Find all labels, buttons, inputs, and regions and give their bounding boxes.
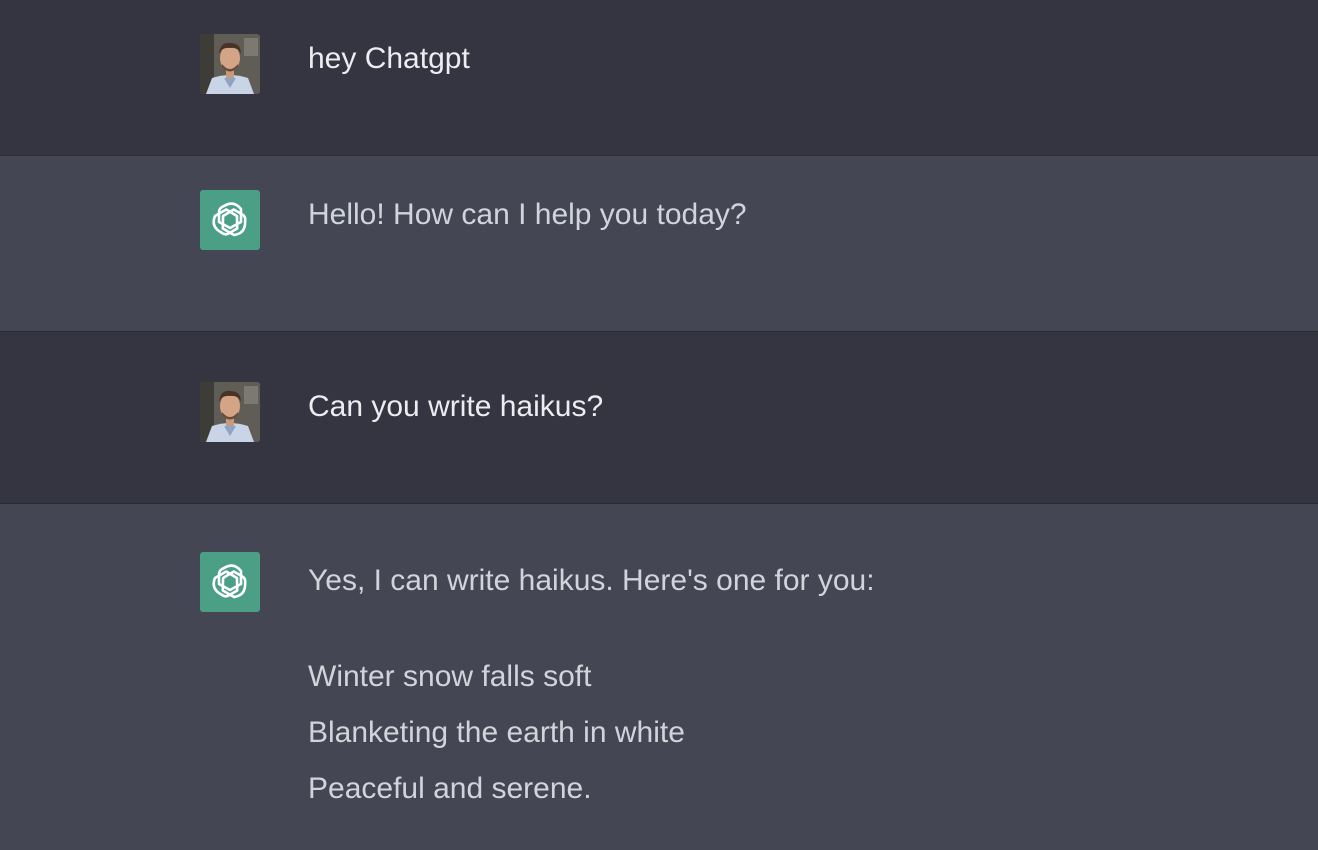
poem-line: Peaceful and serene. xyxy=(308,772,592,805)
message-content: Hello! How can I help you today? xyxy=(308,196,1178,234)
chat-thread: hey Chatgpt Hello! How can I help you to… xyxy=(0,0,1318,850)
message-content: Can you write haikus? xyxy=(308,388,1178,426)
message-text: hey Chatgpt xyxy=(308,42,470,75)
user-message: hey Chatgpt xyxy=(0,0,1318,156)
user-message: Can you write haikus? xyxy=(0,332,1318,504)
user-photo-icon xyxy=(200,34,260,94)
message-content: Yes, I can write haikus. Here's one for … xyxy=(308,562,1178,826)
openai-logo-icon xyxy=(212,202,247,237)
user-avatar xyxy=(200,34,260,94)
haiku-poem: Winter snow falls soft Blanketing the ea… xyxy=(308,658,1178,826)
message-text: Yes, I can write haikus. Here's one for … xyxy=(308,564,875,597)
openai-logo-icon xyxy=(212,564,247,599)
message-text: Hello! How can I help you today? xyxy=(308,198,747,231)
poem-line: Blanketing the earth in white xyxy=(308,716,685,749)
assistant-message: Hello! How can I help you today? xyxy=(0,156,1318,332)
user-photo-icon xyxy=(200,382,260,442)
message-content: hey Chatgpt xyxy=(308,40,1178,78)
assistant-avatar xyxy=(200,552,260,612)
assistant-avatar xyxy=(200,190,260,250)
message-text: Can you write haikus? xyxy=(308,390,604,423)
user-avatar xyxy=(200,382,260,442)
poem-line: Winter snow falls soft xyxy=(308,660,592,693)
assistant-message: Yes, I can write haikus. Here's one for … xyxy=(0,504,1318,850)
